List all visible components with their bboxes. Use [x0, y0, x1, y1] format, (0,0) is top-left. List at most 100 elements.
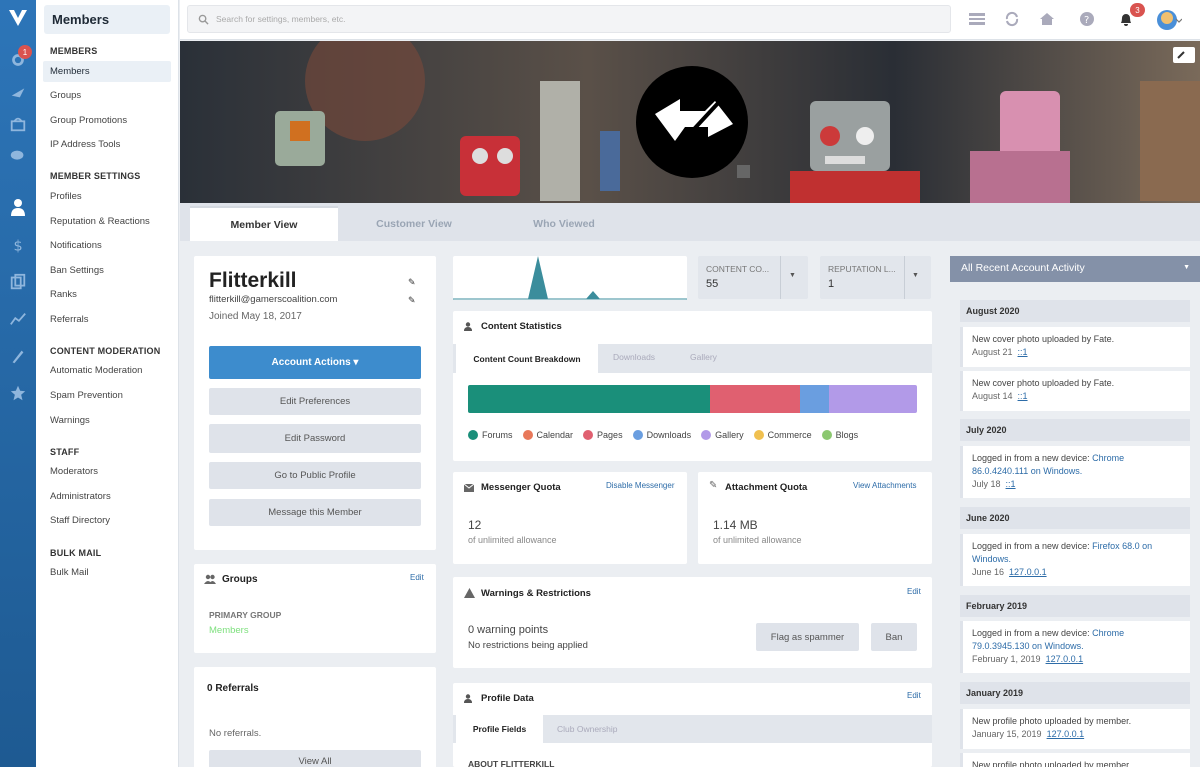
sidebar-item-administrators[interactable]: Administrators [43, 486, 171, 507]
member-tabs: Member View Customer View Who Viewed [180, 203, 1200, 241]
activity-month: January 2019 [960, 682, 1190, 704]
sidebar-item-group-promotions[interactable]: Group Promotions [43, 110, 171, 131]
tab-content-count-breakdown[interactable]: Content Count Breakdown [456, 344, 598, 373]
sidebar-item-members[interactable]: Members [43, 61, 171, 82]
svg-text:?: ? [1084, 15, 1089, 26]
legend-item-blogs[interactable]: Blogs [821, 430, 858, 440]
reputation-value: 1 [828, 278, 835, 290]
copy-icon[interactable] [6, 270, 30, 294]
content-statistics-title: Content Statistics [481, 321, 562, 332]
groups-card: Groups Edit PRIMARY GROUP Members [194, 564, 436, 653]
legend-swatch [632, 430, 643, 440]
sidebar-item-profiles[interactable]: Profiles [43, 186, 171, 207]
search-input[interactable]: Search for settings, members, etc. [187, 5, 951, 33]
breakdown-segment-downloads [800, 385, 830, 413]
user-icon[interactable] [6, 195, 30, 219]
activity-filter-select[interactable]: All Recent Account Activity ▼ [950, 256, 1200, 282]
sidebar-item-ranks[interactable]: Ranks [43, 284, 171, 305]
profile-data-card: Profile Data Edit Profile Fields Club Ow… [453, 683, 932, 767]
envelope-icon [464, 484, 474, 492]
star-icon[interactable] [6, 381, 30, 405]
app-logo[interactable] [6, 6, 30, 30]
attachment-quota-title: Attachment Quota [725, 482, 808, 493]
account-actions-button[interactable]: Account Actions ▾ [209, 346, 421, 379]
sidebar-item-notifications[interactable]: Notifications [43, 235, 171, 256]
ip-link[interactable]: 127.0.0.1 [1047, 729, 1085, 739]
chat-icon[interactable] [6, 144, 30, 168]
messenger-quota-value: 12 [468, 518, 482, 532]
tab-profile-fields[interactable]: Profile Fields [456, 715, 543, 743]
activity-item: New profile photo uploaded by member. [960, 753, 1190, 767]
sidebar-item-groups[interactable]: Groups [43, 85, 171, 106]
ip-link[interactable]: ::1 [1018, 391, 1028, 401]
sidebar-item-spam-prevention[interactable]: Spam Prevention [43, 385, 171, 406]
edit-email-icon[interactable]: ✎ [408, 295, 420, 307]
flag-spammer-button[interactable]: Flag as spammer [756, 623, 859, 651]
sidebar-item-bulk-mail[interactable]: Bulk Mail [43, 562, 171, 583]
sidebar-item-ban-settings[interactable]: Ban Settings [43, 260, 171, 281]
tab-member-view[interactable]: Member View [190, 206, 338, 241]
sidebar-item-referrals[interactable]: Referrals [43, 309, 171, 330]
avatar[interactable] [1156, 7, 1182, 33]
view-all-referrals-button[interactable]: View All [209, 750, 421, 767]
edit-name-icon[interactable]: ✎ [408, 277, 420, 289]
edit-password-button[interactable]: Edit Password [209, 424, 421, 453]
svg-text:$: $ [14, 238, 23, 254]
cursor-icon[interactable] [6, 80, 30, 104]
attachment-quota-sub: of unlimited allowance [713, 535, 802, 545]
legend-item-downloads[interactable]: Downloads [632, 430, 691, 440]
sidebar-item-reputation[interactable]: Reputation & Reactions [43, 211, 171, 232]
tab-club-ownership[interactable]: Club Ownership [557, 724, 617, 734]
public-profile-button[interactable]: Go to Public Profile [209, 462, 421, 489]
refresh-icon[interactable] [1003, 10, 1021, 28]
ip-link[interactable]: 127.0.0.1 [1046, 654, 1084, 664]
warning-icon [464, 588, 475, 598]
reputation-select[interactable]: REPUTATION L... 1 ▼ [820, 256, 931, 299]
sidebar-item-moderators[interactable]: Moderators [43, 461, 171, 482]
ip-link[interactable]: ::1 [1018, 347, 1028, 357]
profile-data-edit-link[interactable]: Edit [907, 691, 921, 700]
section-title: MEMBERS [50, 46, 98, 56]
sidebar-item-warnings[interactable]: Warnings [43, 410, 171, 431]
top-bar: Search for settings, members, etc. ? [180, 0, 1200, 40]
legend-item-calendar[interactable]: Calendar [522, 430, 573, 440]
sidebar-item-staff-directory[interactable]: Staff Directory [43, 510, 171, 531]
tab-gallery[interactable]: Gallery [690, 352, 717, 362]
sidebar-item-auto-moderation[interactable]: Automatic Moderation [43, 360, 171, 381]
legend-swatch [753, 430, 764, 440]
legend-item-forums[interactable]: Forums [468, 430, 513, 440]
legend-item-gallery[interactable]: Gallery [701, 430, 744, 440]
store-icon[interactable] [6, 112, 30, 136]
tab-downloads[interactable]: Downloads [613, 352, 655, 362]
view-attachments-link[interactable]: View Attachments [853, 481, 916, 490]
groups-edit-link[interactable]: Edit [410, 573, 424, 582]
chevron-down-icon: ▼ [1183, 264, 1190, 271]
legend-item-commerce[interactable]: Commerce [753, 430, 812, 440]
brush-icon[interactable] [6, 344, 30, 368]
ip-link[interactable]: ::1 [1006, 479, 1016, 489]
join-date: Joined May 18, 2017 [209, 311, 302, 322]
help-icon[interactable]: ? [1078, 10, 1096, 28]
edit-avatar-icon[interactable] [737, 165, 750, 178]
activity-item: New profile photo uploaded by member. Ja… [960, 709, 1190, 749]
list-icon[interactable] [968, 10, 986, 28]
chart-icon[interactable] [6, 307, 30, 331]
ip-link[interactable]: 127.0.0.1 [1009, 567, 1047, 577]
ban-button[interactable]: Ban [871, 623, 917, 651]
sidebar-title: Members [44, 5, 170, 34]
dollar-icon[interactable]: $ [6, 233, 30, 257]
legend-item-pages[interactable]: Pages [583, 430, 623, 440]
sidebar-item-ip-tools[interactable]: IP Address Tools [43, 134, 171, 155]
edit-preferences-button[interactable]: Edit Preferences [209, 388, 421, 415]
tab-who-viewed[interactable]: Who Viewed [490, 206, 638, 241]
warnings-edit-link[interactable]: Edit [907, 587, 921, 596]
section-title: BULK MAIL [50, 548, 102, 558]
edit-cover-button[interactable] [1173, 47, 1195, 63]
content-count-select[interactable]: CONTENT CO... 55 ▼ [698, 256, 808, 299]
section-title: CONTENT MODERATION [50, 346, 161, 356]
disable-messenger-link[interactable]: Disable Messenger [606, 481, 674, 490]
home-icon[interactable] [1038, 10, 1056, 28]
tab-customer-view[interactable]: Customer View [340, 206, 488, 241]
message-member-button[interactable]: Message this Member [209, 499, 421, 526]
notification-badge: 1 [18, 45, 32, 59]
